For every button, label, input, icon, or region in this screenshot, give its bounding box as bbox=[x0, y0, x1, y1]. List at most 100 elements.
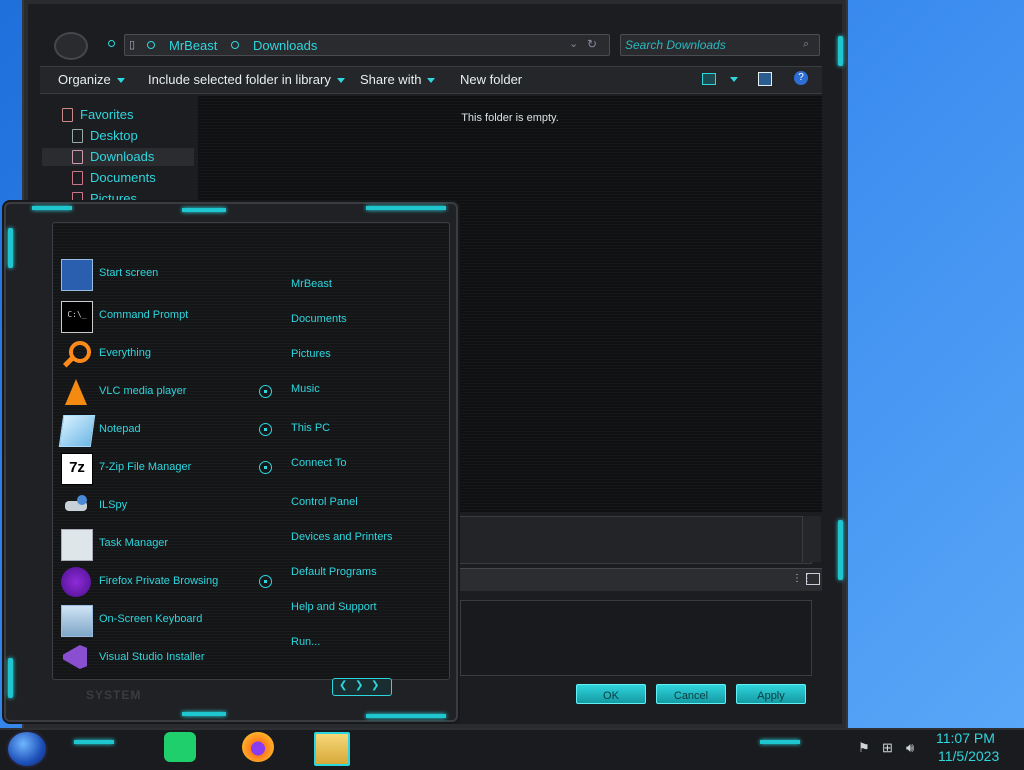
clock-time[interactable]: 11:07 PM bbox=[936, 730, 995, 746]
decor-glow bbox=[32, 206, 72, 210]
system-label: SYSTEM bbox=[86, 688, 142, 702]
search-icon[interactable]: ⌕ bbox=[803, 38, 809, 51]
ilspy-icon bbox=[61, 491, 91, 521]
program-label: Everything bbox=[99, 347, 151, 359]
program-everything[interactable]: Everything bbox=[61, 339, 247, 371]
chevron-down-icon bbox=[336, 78, 345, 84]
taskbar bbox=[0, 728, 1024, 770]
nav-label: Desktop bbox=[90, 128, 138, 143]
program-label: Notepad bbox=[99, 423, 141, 435]
program-label: Visual Studio Installer bbox=[99, 651, 205, 663]
ok-button[interactable]: OK bbox=[576, 684, 646, 704]
program-notepad[interactable]: Notepad bbox=[58, 415, 247, 447]
nav-label: Favorites bbox=[80, 107, 134, 122]
start-menu-page-nav[interactable]: ❮ ❯ ❯ bbox=[332, 678, 392, 696]
program-vs-installer[interactable]: Visual Studio Installer bbox=[61, 643, 247, 675]
nav-label: Documents bbox=[90, 170, 156, 185]
place-default-programs[interactable]: Default Programs bbox=[291, 566, 377, 578]
documents-icon bbox=[72, 171, 83, 185]
firefox-icon[interactable] bbox=[242, 732, 274, 762]
search-input[interactable] bbox=[621, 35, 797, 55]
place-pictures[interactable]: Pictures bbox=[291, 348, 331, 360]
place-this-pc[interactable]: This PC bbox=[291, 422, 330, 434]
place-mrbeast[interactable]: MrBeast bbox=[291, 278, 332, 290]
search-box[interactable]: ⌕ bbox=[620, 34, 820, 56]
decor-glow bbox=[182, 712, 226, 716]
program-ilspy[interactable]: ILSpy bbox=[61, 491, 247, 523]
place-help-support[interactable]: Help and Support bbox=[291, 601, 377, 613]
program-command-prompt[interactable]: C:\_ Command Prompt bbox=[61, 301, 247, 333]
place-control-panel[interactable]: Control Panel bbox=[291, 496, 358, 508]
submenu-arrow-icon[interactable] bbox=[259, 575, 272, 588]
program-label: VLC media player bbox=[99, 385, 187, 397]
scrollbar[interactable] bbox=[802, 516, 821, 562]
organize-button[interactable]: Organize bbox=[58, 72, 125, 87]
program-label: 7-Zip File Manager bbox=[99, 461, 192, 473]
notepad-icon bbox=[58, 415, 96, 447]
place-music[interactable]: Music bbox=[291, 383, 320, 395]
large-icons-view-icon[interactable] bbox=[806, 573, 820, 585]
program-onscreen-keyboard[interactable]: On-Screen Keyboard bbox=[61, 605, 247, 637]
folder-icon: ▯ bbox=[129, 39, 136, 51]
place-connect-to[interactable]: Connect To bbox=[291, 457, 346, 469]
visual-studio-icon bbox=[61, 643, 91, 673]
star-icon bbox=[62, 108, 73, 122]
decor-glow bbox=[366, 206, 446, 210]
status-bar: ⋮⋮ bbox=[454, 568, 822, 591]
start-button[interactable] bbox=[6, 730, 48, 768]
chevron-right-icon[interactable]: ❯ bbox=[371, 680, 379, 691]
new-folder-button[interactable]: New folder bbox=[460, 72, 522, 87]
include-library-label: Include selected folder in library bbox=[148, 72, 331, 87]
submenu-arrow-icon[interactable] bbox=[259, 385, 272, 398]
view-icon[interactable] bbox=[702, 73, 716, 85]
chevron-left-icon[interactable]: ❮ bbox=[339, 680, 347, 691]
command-prompt-icon: C:\_ bbox=[61, 301, 93, 333]
organize-label: Organize bbox=[58, 72, 111, 87]
nav-documents[interactable]: Documents bbox=[40, 169, 192, 187]
help-icon[interactable]: ? bbox=[794, 71, 808, 85]
address-bar[interactable]: ▯ MrBeast Downloads ⌄ ↻ bbox=[124, 34, 610, 56]
include-library-button[interactable]: Include selected folder in library bbox=[148, 72, 345, 87]
breadcrumb-mrbeast[interactable]: MrBeast bbox=[169, 38, 217, 53]
forward-dot-icon bbox=[108, 40, 115, 47]
details-pane bbox=[454, 516, 812, 564]
submenu-arrow-icon[interactable] bbox=[259, 423, 272, 436]
start-screen-icon bbox=[61, 259, 93, 291]
clock-date[interactable]: 11/5/2023 bbox=[938, 748, 999, 764]
apply-button[interactable]: Apply bbox=[736, 684, 806, 704]
program-label: Start screen bbox=[99, 267, 159, 279]
program-firefox-private[interactable]: Firefox Private Browsing bbox=[61, 567, 247, 599]
decor-glow bbox=[366, 714, 446, 718]
program-7zip[interactable]: 7z 7-Zip File Manager bbox=[61, 453, 247, 485]
refresh-icon[interactable]: ↻ bbox=[587, 37, 597, 51]
program-task-manager[interactable]: Task Manager bbox=[61, 529, 247, 561]
breadcrumb-downloads[interactable]: Downloads bbox=[253, 38, 317, 53]
chevron-right-icon[interactable]: ❯ bbox=[355, 680, 363, 691]
preview-pane-icon[interactable] bbox=[758, 72, 772, 86]
decor-glow bbox=[760, 740, 800, 744]
nav-downloads[interactable]: Downloads bbox=[42, 148, 194, 166]
share-with-button[interactable]: Share with bbox=[360, 72, 436, 87]
place-devices-printers[interactable]: Devices and Printers bbox=[291, 531, 393, 543]
nav-favorites[interactable]: Favorites bbox=[40, 106, 192, 124]
submenu-arrow-icon[interactable] bbox=[259, 461, 272, 474]
taskbar-notes-app-icon[interactable] bbox=[164, 732, 196, 762]
chevron-down-icon bbox=[427, 78, 436, 84]
volume-icon[interactable]: 🔊︎ bbox=[906, 740, 914, 756]
share-with-label: Share with bbox=[360, 72, 422, 87]
back-button[interactable] bbox=[54, 32, 88, 60]
cancel-button[interactable]: Cancel bbox=[656, 684, 726, 704]
place-documents[interactable]: Documents bbox=[291, 313, 347, 325]
chevron-down-icon[interactable] bbox=[730, 77, 738, 82]
file-explorer-icon[interactable] bbox=[314, 732, 350, 766]
decor-glow bbox=[8, 658, 13, 698]
chevron-down-icon[interactable]: ⌄ bbox=[569, 37, 578, 50]
nav-desktop[interactable]: Desktop bbox=[40, 127, 192, 145]
place-run[interactable]: Run... bbox=[291, 636, 320, 648]
start-menu-panel: Start screen C:\_ Command Prompt Everyth… bbox=[52, 222, 450, 680]
program-vlc[interactable]: VLC media player bbox=[61, 377, 247, 409]
chevron-down-icon bbox=[116, 78, 125, 84]
program-start-screen[interactable]: Start screen bbox=[61, 259, 247, 291]
flag-icon[interactable]: ⚑ bbox=[858, 740, 870, 756]
network-icon[interactable]: ⊞ bbox=[882, 740, 893, 756]
